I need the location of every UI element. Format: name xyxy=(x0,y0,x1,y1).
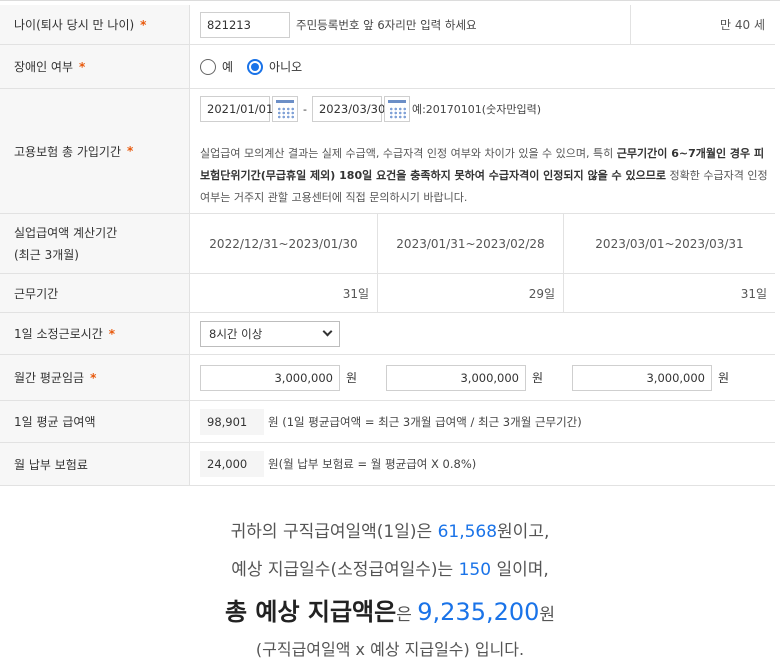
calendar-icon[interactable] xyxy=(383,96,410,122)
required-star: * xyxy=(140,17,147,32)
date-example: 예:20170101(숫자만입력) xyxy=(411,103,541,116)
label-insurance-period: 고용보험 총 가입기간 * xyxy=(0,89,190,213)
daily-benefit-desc: 원 (1일 평균급여액 = 최근 3개월 급여액 / 최근 3개월 근무기간) xyxy=(268,414,582,429)
birthdate-hint: 주민등록번호 앞 6자리만 입력 하세요 xyxy=(296,17,477,32)
required-star: * xyxy=(79,59,86,74)
result-formula: (구직급여일액 x 예상 지급일수) 입니다. xyxy=(255,640,525,659)
radio-yes-label: 예 xyxy=(222,60,234,74)
label-age: 나이(퇴사 당시 만 나이) * xyxy=(0,5,190,44)
row-premium: 월 납부 보험료 24,000 원(월 납부 보험료 = 월 평균급여 X 0.… xyxy=(0,443,775,486)
row-age: 나이(퇴사 당시 만 나이) * 821213 주민등록번호 앞 6자리만 입력 … xyxy=(0,5,775,45)
label-monthly-wage: 월간 평균임금 * xyxy=(0,355,190,400)
end-date-input[interactable]: 2023/03/30 xyxy=(311,96,385,122)
benefit-calculator-form: 나이(퇴사 당시 만 나이) * 821213 주민등록번호 앞 6자리만 입력 … xyxy=(0,0,780,486)
wage-input-1[interactable]: 3,000,000 xyxy=(200,364,340,391)
row-insurance-period: 고용보험 총 가입기간 * 2021/01/01 - 2023/03/30 예:2… xyxy=(0,89,775,214)
period-2: 2023/01/31~2023/02/28 xyxy=(378,214,564,273)
notice-text: 실업급여 모의계산 결과는 실제 수급액, 수급자격 인정 여부와 차이가 있을… xyxy=(200,147,768,204)
required-star: * xyxy=(127,144,134,158)
required-star: * xyxy=(90,370,97,385)
work-days-3: 31일 xyxy=(740,286,767,301)
radio-no-label: 아니오 xyxy=(269,60,303,74)
result-daily-amount: 귀하의 구직급여일액(1일)은 61,568원이고, xyxy=(230,522,550,542)
label-premium: 월 납부 보험료 xyxy=(0,443,190,485)
row-daily-hours: 1일 소정근로시간 * 8시간 이상 xyxy=(0,313,775,355)
radio-no[interactable] xyxy=(247,58,264,75)
calendar-icon[interactable] xyxy=(272,96,298,122)
row-disability: 장애인 여부 * 예 아니오 xyxy=(0,45,775,89)
label-work-days: 근무기간 xyxy=(0,274,190,312)
daily-benefit-value: 98,901 xyxy=(200,408,264,435)
required-star: * xyxy=(108,326,116,341)
result-days: 예상 지급일수(소정급여일수)는 150 일이며, xyxy=(231,560,549,580)
work-days-1: 31일 xyxy=(190,274,378,312)
period-3: 2023/03/01~2023/03/31 xyxy=(595,236,744,251)
row-calc-period: 실업급여액 계산기간 (최근 3개월) 2022/12/31~2023/01/3… xyxy=(0,214,775,274)
label-calc-period: 실업급여액 계산기간 (최근 3개월) xyxy=(0,214,190,273)
work-days-2: 29일 xyxy=(378,274,564,312)
wage-input-2[interactable]: 3,000,000 xyxy=(386,364,526,391)
age-result: 만 40 세 xyxy=(720,18,765,32)
start-date-input[interactable]: 2021/01/01 xyxy=(200,96,273,122)
label-disability: 장애인 여부 * xyxy=(0,45,190,88)
label-daily-hours: 1일 소정근로시간 * xyxy=(0,313,190,354)
row-daily-benefit: 1일 평균 급여액 98,901 원 (1일 평균급여액 = 최근 3개월 급여… xyxy=(0,401,775,443)
result-total: 총 예상 지급액은은 9,235,200원 xyxy=(224,598,556,626)
wage-input-3[interactable]: 3,000,000 xyxy=(572,364,712,391)
period-1: 2022/12/31~2023/01/30 xyxy=(190,214,378,273)
row-work-days: 근무기간 31일 29일 31일 xyxy=(0,274,775,313)
premium-desc: 원(월 납부 보험료 = 월 평균급여 X 0.8%) xyxy=(268,457,477,471)
daily-hours-select[interactable]: 8시간 이상 xyxy=(200,320,340,347)
radio-yes[interactable] xyxy=(200,58,216,75)
premium-value: 24,000 xyxy=(200,451,264,477)
row-monthly-wage: 월간 평균임금 * 3,000,000 원 3,000,000 원 3,000,0… xyxy=(0,355,775,401)
birthdate-input[interactable]: 821213 xyxy=(200,11,290,38)
chevron-down-icon xyxy=(322,326,333,337)
label-daily-benefit: 1일 평균 급여액 xyxy=(0,401,190,442)
